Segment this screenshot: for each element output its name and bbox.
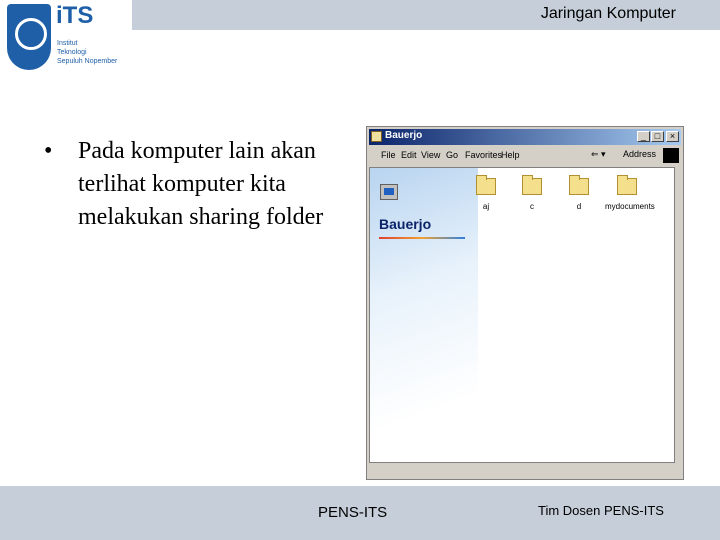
footer-author: Tim Dosen PENS-ITS [538,503,664,518]
maximize-button[interactable]: □ [651,131,664,142]
logo-line-1: Institut [57,40,78,47]
logo-name: iTS [56,2,94,29]
folder-item-c[interactable]: c [512,175,552,222]
menu-help[interactable]: Help [501,150,520,160]
folder-icon [617,175,637,195]
menu-file[interactable]: File [381,150,396,160]
close-button[interactable]: × [666,131,679,142]
header-title: Jaringan Komputer [540,5,676,22]
its-logo: iTS Institut Teknologi Sepuluh Nopember [4,2,129,72]
status-bar [369,465,681,477]
menu-go[interactable]: Go [446,150,458,160]
folder-label: d [576,202,582,211]
bullet-text: Pada komputer lain akan terlihat kompute… [78,138,324,230]
folder-icon [476,175,496,195]
folder-label: c [530,202,534,211]
folder-label: mydocuments [605,202,655,211]
menu-bar: File Edit View Go Favorites Help ⇐ ▾ Add… [369,147,681,165]
menu-favorites[interactable]: Favorites [465,150,502,160]
info-sidebar: Bauerjo [370,168,478,462]
bullet-marker: • [44,138,53,164]
folder-item-aj[interactable]: aj [466,175,506,222]
folder-item-d[interactable]: d [559,175,599,222]
address-label: Address [623,149,657,159]
window-title: Bauerjo [385,130,423,141]
window-titlebar[interactable]: Bauerjo _ □ × [369,129,681,145]
sidebar-computer-name: Bauerjo [379,216,432,232]
header-band: Jaringan Komputer [132,0,720,30]
windows-logo-icon [663,148,679,163]
sidebar-divider [379,237,465,239]
back-button[interactable]: ⇐ ▾ [591,149,606,160]
its-emblem-icon [7,4,51,70]
minimize-button[interactable]: _ [637,131,650,142]
computer-icon [380,184,398,200]
logo-line-3: Sepuluh Nopember [57,58,118,65]
window-icon [371,131,382,142]
folder-icon [522,175,542,195]
menu-view[interactable]: View [421,150,440,160]
folder-icon [569,175,589,195]
folder-item-mydocuments[interactable]: mydocuments [605,175,655,222]
folder-view: Bauerjo aj c d mydocuments [369,167,675,463]
footer-institution: PENS-ITS [318,504,388,521]
explorer-window: Bauerjo _ □ × File Edit View Go Favorite… [366,126,684,480]
menu-edit[interactable]: Edit [401,150,417,160]
footer-band: PENS-ITS Tim Dosen PENS-ITS [0,486,720,540]
logo-line-2: Teknologi [57,49,87,56]
folder-label: aj [482,202,490,211]
